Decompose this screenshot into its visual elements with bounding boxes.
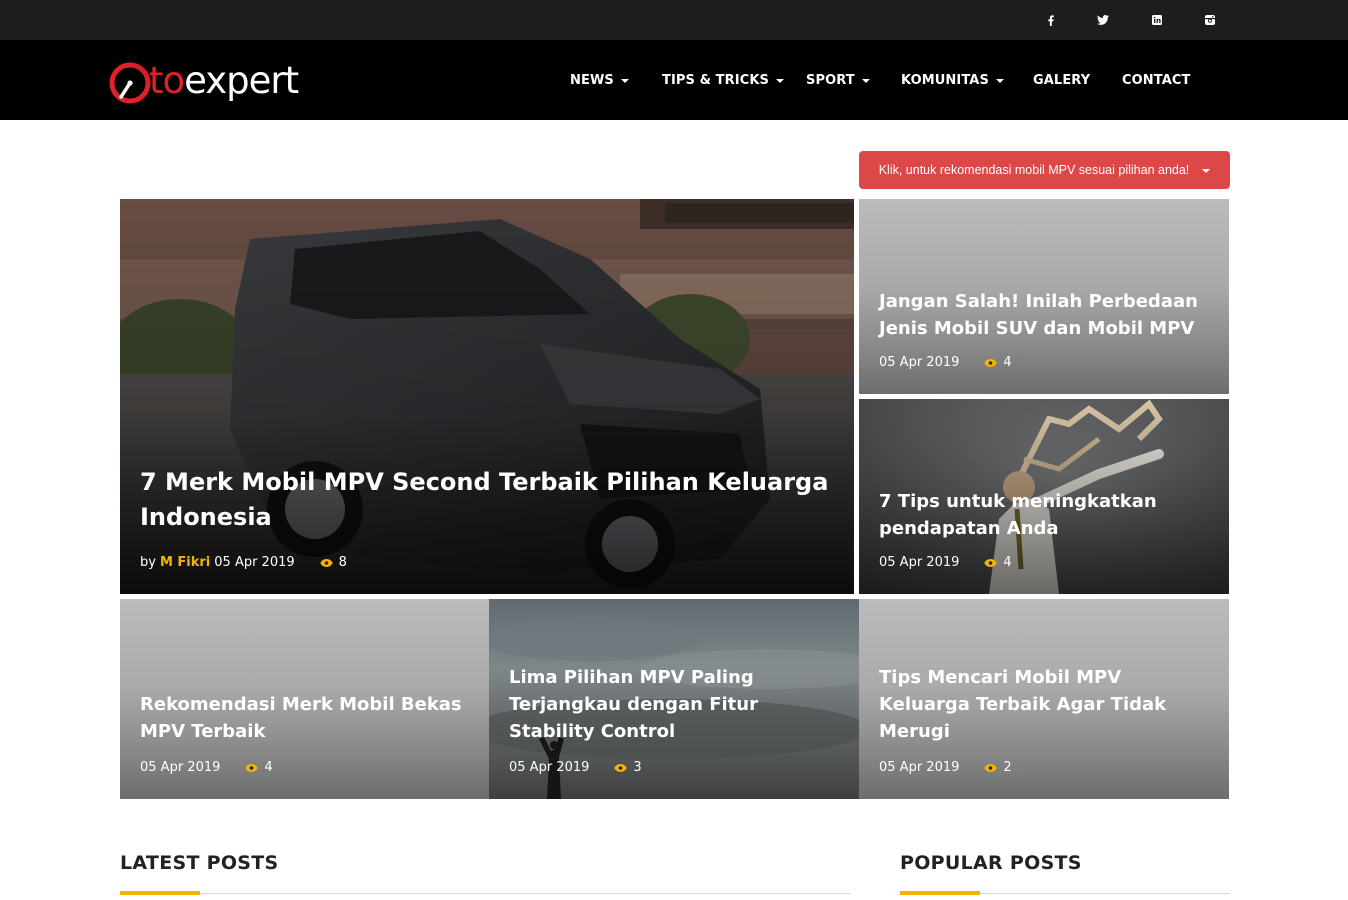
top-social-bar [0, 0, 1348, 40]
facebook-icon[interactable] [1044, 13, 1058, 27]
latest-posts-divider [120, 893, 850, 894]
post-views: 3 [614, 760, 642, 775]
side-post-meta: 05 Apr 2019 4 [879, 555, 1012, 570]
post-views: 4 [245, 760, 273, 775]
eye-icon [614, 763, 628, 772]
views-count: 2 [1003, 760, 1012, 775]
post-author[interactable]: M Fikri [160, 555, 210, 570]
nav-tips-label: TIPS & TRICKS [662, 72, 769, 88]
bottom-post-tile-1[interactable]: Rekomendasi Merk Mobil Bekas MPV Terbaik… [120, 599, 489, 799]
nav-contact-label: CONTACT [1122, 72, 1191, 88]
bottom-post-title[interactable]: Rekomendasi Merk Mobil Bekas MPV Terbaik [140, 691, 467, 745]
post-date: 05 Apr 2019 [509, 760, 590, 775]
bottom-post-title[interactable]: Tips Mencari Mobil MPV Keluarga Terbaik … [879, 664, 1207, 745]
bottom-post-title[interactable]: Lima Pilihan MPV Paling Terjangkau denga… [509, 664, 837, 745]
post-views: 4 [984, 355, 1012, 370]
post-date: 05 Apr 2019 [140, 760, 221, 775]
caret-down-icon [620, 79, 629, 83]
nav-news-label: NEWS [570, 72, 614, 88]
byline-prefix: by [140, 555, 156, 570]
latest-posts-accent [120, 891, 200, 895]
post-date: 05 Apr 2019 [879, 760, 960, 775]
views-count: 8 [338, 555, 347, 570]
nav-komunitas-label: KOMUNITAS [901, 72, 989, 88]
side-post-meta: 05 Apr 2019 4 [879, 355, 1012, 370]
views-count: 4 [264, 760, 273, 775]
mpv-recommendation-dropdown[interactable]: Klik, untuk rekomendasi mobil MPV sesuai… [859, 151, 1230, 189]
bottom-post-meta: 05 Apr 2019 3 [509, 760, 642, 775]
latest-posts-heading: LATEST POSTS [120, 852, 279, 874]
caret-down-icon [1202, 169, 1211, 173]
featured-post-title[interactable]: 7 Merk Mobil MPV Second Terbaik Pilihan … [140, 465, 832, 535]
popular-posts-heading: POPULAR POSTS [900, 852, 1082, 874]
bottom-post-tile-2[interactable]: Lima Pilihan MPV Paling Terjangkau denga… [489, 599, 859, 799]
post-date: 05 Apr 2019 [879, 555, 960, 570]
side-post-tile-1[interactable]: Jangan Salah! Inilah Perbedaan Jenis Mob… [859, 199, 1229, 394]
nav-sport-label: SPORT [806, 72, 855, 88]
post-date: 05 Apr 2019 [879, 355, 960, 370]
views-count: 4 [1003, 555, 1012, 570]
nav-komunitas[interactable]: KOMUNITAS [901, 40, 1004, 120]
side-post-tile-2[interactable]: 7 Tips untuk meningkatkan pendapatan And… [859, 399, 1229, 594]
views-count: 4 [1003, 355, 1012, 370]
post-views: 2 [984, 760, 1012, 775]
bottom-post-tile-3[interactable]: Tips Mencari Mobil MPV Keluarga Terbaik … [859, 599, 1229, 799]
side-post-title[interactable]: Jangan Salah! Inilah Perbedaan Jenis Mob… [879, 288, 1207, 342]
nav-galery-label: GALERY [1033, 72, 1091, 88]
side-post-title[interactable]: 7 Tips untuk meningkatkan pendapatan And… [879, 488, 1207, 542]
eye-icon [984, 358, 998, 367]
popular-posts-accent [900, 891, 980, 895]
logo-wordmark: to expert [149, 59, 299, 102]
nav-galery[interactable]: GALERY [1033, 40, 1090, 120]
post-views: 8 [319, 555, 347, 570]
bottom-post-meta: 05 Apr 2019 4 [140, 760, 273, 775]
caret-down-icon [775, 79, 784, 83]
bottom-post-meta: 05 Apr 2019 2 [879, 760, 1012, 775]
instagram-icon[interactable] [1203, 13, 1217, 27]
recommend-label: Klik, untuk rekomendasi mobil MPV sesuai… [878, 163, 1190, 177]
eye-icon [984, 558, 998, 567]
eye-icon [245, 763, 259, 772]
nav-tips-tricks[interactable]: TIPS & TRICKS [662, 40, 784, 120]
twitter-icon[interactable] [1096, 13, 1110, 27]
caret-down-icon [995, 79, 1004, 83]
nav-news[interactable]: NEWS [570, 40, 629, 120]
speedometer-logo-icon [109, 62, 151, 104]
eye-icon [319, 558, 333, 567]
views-count: 3 [633, 760, 642, 775]
nav-sport[interactable]: SPORT [806, 40, 870, 120]
featured-post-tile[interactable]: 7 Merk Mobil MPV Second Terbaik Pilihan … [120, 199, 854, 594]
site-logo[interactable]: to expert [109, 58, 299, 104]
post-date: 05 Apr 2019 [214, 555, 295, 570]
eye-icon [984, 763, 998, 772]
post-views: 4 [984, 555, 1012, 570]
nav-contact[interactable]: CONTACT [1122, 40, 1191, 120]
caret-down-icon [861, 79, 870, 83]
featured-post-meta: by M Fikri 05 Apr 2019 8 [140, 555, 347, 570]
linkedin-icon[interactable] [1150, 13, 1164, 27]
